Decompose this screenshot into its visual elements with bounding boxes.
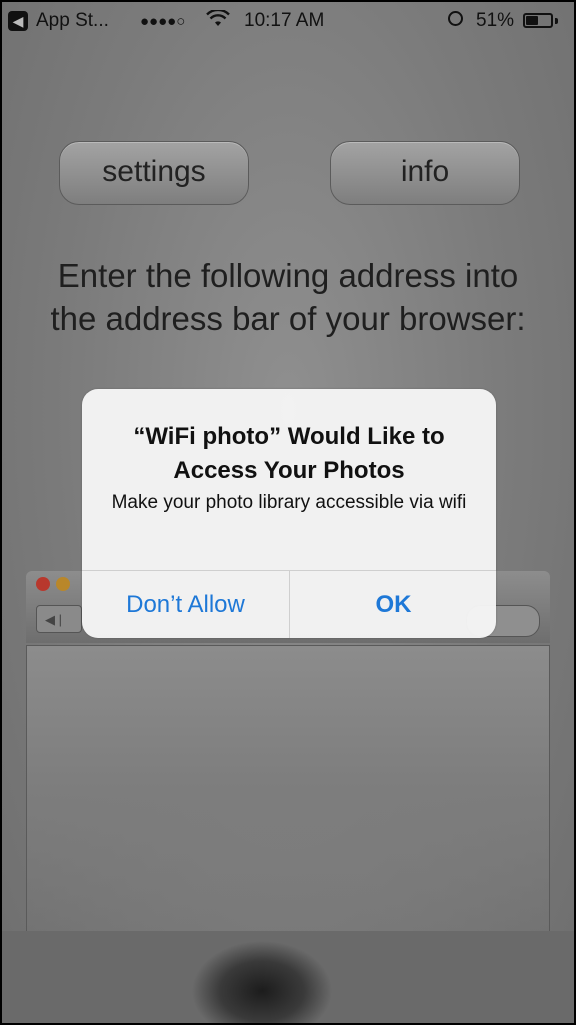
alarm-icon — [448, 11, 463, 26]
bottom-area — [2, 931, 574, 1023]
wifi-icon — [206, 8, 230, 34]
clock-time: 10:17 AM — [244, 10, 325, 31]
battery-icon — [523, 13, 553, 28]
dont-allow-button[interactable]: Don’t Allow — [82, 571, 289, 638]
back-arrow-icon[interactable]: ◀ — [8, 11, 28, 31]
alert-title: “WiFi photo” Would Like to Access Your P… — [133, 423, 445, 484]
battery-fill — [526, 16, 538, 25]
back-nav-icon: ◀ | — [36, 605, 82, 633]
alert-message: Make your photo library accessible via w… — [111, 492, 467, 513]
settings-button[interactable]: settings — [59, 141, 249, 205]
status-bar: ◀ App St... ●●●●○ 10:17 AM 51% — [2, 2, 574, 40]
instructions-text: Enter the following address into the add… — [50, 257, 526, 337]
ok-button[interactable]: OK — [290, 571, 496, 638]
battery-percentage: 51% — [476, 10, 515, 31]
battery-tip — [555, 18, 558, 24]
back-to-app-link[interactable]: App St... — [36, 10, 109, 32]
info-button[interactable]: info — [330, 141, 520, 205]
signal-strength: ●●●●○ — [140, 13, 186, 30]
app-screen: ◀ App St... ●●●●○ 10:17 AM 51% settings … — [2, 2, 574, 1023]
minimize-light-icon — [56, 577, 70, 591]
permission-alert: “WiFi photo” Would Like to Access Your P… — [82, 389, 496, 638]
browser-content — [26, 645, 550, 933]
close-light-icon — [36, 577, 50, 591]
